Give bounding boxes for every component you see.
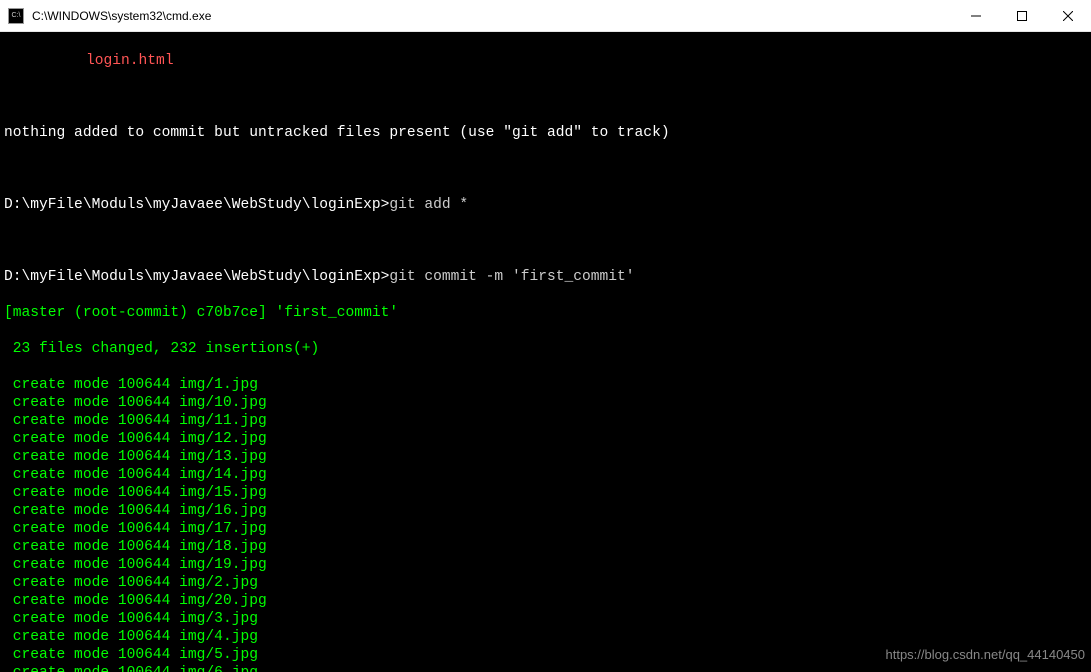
command-text: git commit -m 'first_commit' [389, 269, 634, 285]
create-mode-line: create mode 100644 img/16.jpg [4, 502, 1087, 520]
command-line: D:\myFile\Moduls\myJavaee\WebStudy\login… [4, 268, 1087, 286]
blank-line [4, 160, 1087, 178]
create-mode-line: create mode 100644 img/11.jpg [4, 412, 1087, 430]
create-mode-line: create mode 100644 img/19.jpg [4, 556, 1087, 574]
window-title: C:\WINDOWS\system32\cmd.exe [32, 9, 953, 23]
command-text: git add * [389, 197, 468, 213]
blank-line [4, 88, 1087, 106]
command-line: D:\myFile\Moduls\myJavaee\WebStudy\login… [4, 196, 1087, 214]
maximize-button[interactable] [999, 0, 1045, 31]
create-mode-line: create mode 100644 img/18.jpg [4, 538, 1087, 556]
window-titlebar: C:\ C:\WINDOWS\system32\cmd.exe [0, 0, 1091, 32]
create-mode-list: create mode 100644 img/1.jpg create mode… [4, 376, 1087, 672]
create-mode-line: create mode 100644 img/4.jpg [4, 628, 1087, 646]
create-mode-line: create mode 100644 img/1.jpg [4, 376, 1087, 394]
create-mode-line: create mode 100644 img/20.jpg [4, 592, 1087, 610]
blank-line [4, 232, 1087, 250]
create-mode-line: create mode 100644 img/2.jpg [4, 574, 1087, 592]
create-mode-line: create mode 100644 img/14.jpg [4, 466, 1087, 484]
create-mode-line: create mode 100644 img/6.jpg [4, 664, 1087, 672]
cmd-icon-label: C:\ [12, 12, 21, 19]
close-button[interactable] [1045, 0, 1091, 31]
cmd-icon: C:\ [8, 8, 24, 24]
create-mode-line: create mode 100644 img/15.jpg [4, 484, 1087, 502]
create-mode-line: create mode 100644 img/3.jpg [4, 610, 1087, 628]
create-mode-line: create mode 100644 img/10.jpg [4, 394, 1087, 412]
commit-header: [master (root-commit) c70b7ce] 'first_co… [4, 304, 1087, 322]
create-mode-line: create mode 100644 img/17.jpg [4, 520, 1087, 538]
minimize-button[interactable] [953, 0, 999, 31]
watermark-text: https://blog.csdn.net/qq_44140450 [886, 646, 1086, 664]
window-controls [953, 0, 1091, 31]
prompt: D:\myFile\Moduls\myJavaee\WebStudy\login… [4, 197, 389, 213]
terminal-output[interactable]: login.html nothing added to commit but u… [0, 32, 1091, 672]
create-mode-line: create mode 100644 img/12.jpg [4, 430, 1087, 448]
create-mode-line: create mode 100644 img/13.jpg [4, 448, 1087, 466]
files-changed-line: 23 files changed, 232 insertions(+) [4, 340, 1087, 358]
status-message: nothing added to commit but untracked fi… [4, 124, 1087, 142]
prompt: D:\myFile\Moduls\myJavaee\WebStudy\login… [4, 269, 389, 285]
untracked-file-line: login.html [4, 52, 1087, 70]
